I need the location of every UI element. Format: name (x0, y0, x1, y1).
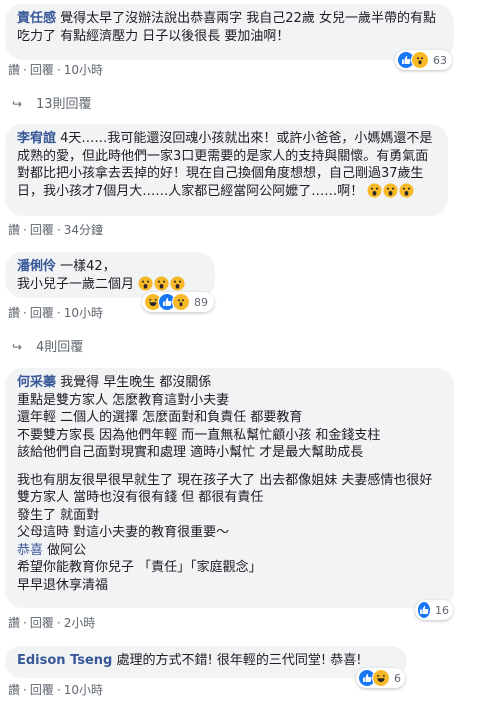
comment-bubble: 李宥誼 4天……我可能還沒回魂小孩就出來！或許小爸爸，小媽媽還不是成熟的愛，但此… (5, 124, 448, 216)
comment-meta: 讚 · 回覆 · 34分鐘 (8, 221, 103, 238)
comment-text: 覺得太早了沒辦法說出恭喜兩字 我自己22歲 女兒一歲半帶的有點吃力了 有點經濟壓… (17, 11, 436, 44)
comment-author[interactable]: 責任感 (17, 11, 56, 26)
comment-line: 該給他們自己面對現實和處理 適時小幫忙 才是最大幫助成長 (17, 445, 364, 460)
like-reaction-icon (417, 601, 431, 619)
reaction-count: 16 (435, 603, 449, 617)
like-link[interactable]: 讚 (8, 614, 20, 631)
reaction-summary[interactable]: 6 (356, 668, 405, 688)
comment-line: 不要雙方家長 因為他們年輕 而一直無私幫忙顧小孩 和金錢支柱 (17, 427, 381, 443)
view-replies-label: 4則回覆 (36, 340, 84, 355)
wow-emoji-icon (154, 275, 169, 291)
view-replies-label: 13則回覆 (36, 97, 92, 112)
comment-author[interactable]: Edison Tseng (17, 653, 112, 668)
reply-link[interactable]: 回覆 (30, 304, 54, 321)
comment-meta: 讚 · 回覆 · 10小時 (8, 304, 103, 321)
comment-time[interactable]: 10小時 (64, 61, 103, 78)
comment-time[interactable]: 2小時 (64, 614, 96, 631)
like-link[interactable]: 讚 (8, 61, 20, 78)
comment-text-line2: 我小兒子一歲二個月 (17, 276, 135, 292)
comment-line: 我覺得 早生晚生 都沒關係 (60, 375, 212, 390)
wow-emoji-icon (383, 182, 398, 198)
comment-line: 早早退休享清福 (17, 577, 109, 593)
comment-author[interactable]: 李宥誼 (17, 131, 56, 146)
comment-bubble: 何采蓁 我覺得 早生晚生 都沒關係 重點是雙方家人 怎麼教育這對小夫妻 還年輕 … (5, 368, 454, 608)
wow-emoji-list (367, 182, 415, 199)
haha-reaction-icon (372, 669, 390, 687)
reaction-count: 6 (394, 671, 401, 685)
mention-link[interactable]: 恭喜 (17, 543, 43, 558)
comment-bubble: 責任感 覺得太早了沒辦法說出恭喜兩字 我自己22歲 女兒一歲半帶的有點吃力了 有… (5, 4, 454, 60)
wow-emoji-icon (138, 275, 153, 291)
reply-arrow-icon: ↪ (12, 340, 23, 354)
comment-line: 我也有朋友很早很早就生了 現在孩子大了 出去都像姐妹 夫妻感情也很好 (17, 472, 433, 488)
reaction-summary[interactable]: 63 (395, 50, 452, 70)
reply-arrow-icon: ↪ (12, 97, 23, 111)
comment-line: 發生了 就面對 (17, 507, 100, 523)
comment-line: 做阿公 (47, 542, 87, 558)
comment-author[interactable]: 潘俐伶 (17, 259, 56, 274)
wow-emoji-list (138, 275, 186, 292)
comment-time[interactable]: 34分鐘 (64, 221, 103, 238)
reaction-summary[interactable]: 16 (415, 600, 453, 620)
comment-line: 希望你能教育你兒子 「責任」「家庭觀念」 (17, 560, 262, 575)
wow-reaction-icon (172, 293, 190, 311)
comment-meta: 讚 · 回覆 · 10小時 (8, 61, 103, 78)
reply-link[interactable]: 回覆 (30, 61, 54, 78)
comment-text-line1: 一樣42， (60, 259, 116, 274)
reply-link[interactable]: 回覆 (30, 681, 54, 698)
wow-emoji-icon (367, 182, 382, 198)
comment-text: 處理的方式不錯! 很年輕的三代同堂! 恭喜! (116, 653, 362, 668)
like-link[interactable]: 讚 (8, 304, 20, 321)
comment-meta: 讚 · 回覆 · 2小時 (8, 614, 96, 631)
wow-emoji-icon (399, 182, 414, 198)
view-replies-link[interactable]: ↪ 13則回覆 (12, 93, 92, 112)
reaction-count: 63 (433, 53, 447, 67)
comment-line: 雙方家人 當時也沒有很有錢 但 都很有責任 (17, 490, 264, 505)
comment-bubble: Edison Tseng 處理的方式不錯! 很年輕的三代同堂! 恭喜! (5, 646, 407, 678)
reaction-summary[interactable]: 89 (142, 292, 214, 312)
comment-line: 父母這時 對這小夫妻的教育很重要～ (17, 525, 230, 540)
reaction-count: 89 (194, 295, 208, 309)
reply-link[interactable]: 回覆 (30, 221, 54, 238)
comment-author[interactable]: 何采蓁 (17, 375, 56, 390)
wow-emoji-icon (170, 275, 185, 291)
like-link[interactable]: 讚 (8, 221, 20, 238)
like-link[interactable]: 讚 (8, 681, 20, 698)
comment-line: 重點是雙方家人 怎麼教育這對小夫妻 (17, 392, 230, 408)
comment-time[interactable]: 10小時 (64, 304, 103, 321)
comment-meta: 讚 · 回覆 · 10小時 (8, 681, 103, 698)
reply-link[interactable]: 回覆 (30, 614, 54, 631)
comment-line: 還年輕 二個人的選擇 怎麼面對和負責任 都要教育 (17, 410, 303, 425)
view-replies-link[interactable]: ↪ 4則回覆 (12, 336, 83, 355)
comment-time[interactable]: 10小時 (64, 681, 103, 698)
wow-reaction-icon (411, 51, 429, 69)
